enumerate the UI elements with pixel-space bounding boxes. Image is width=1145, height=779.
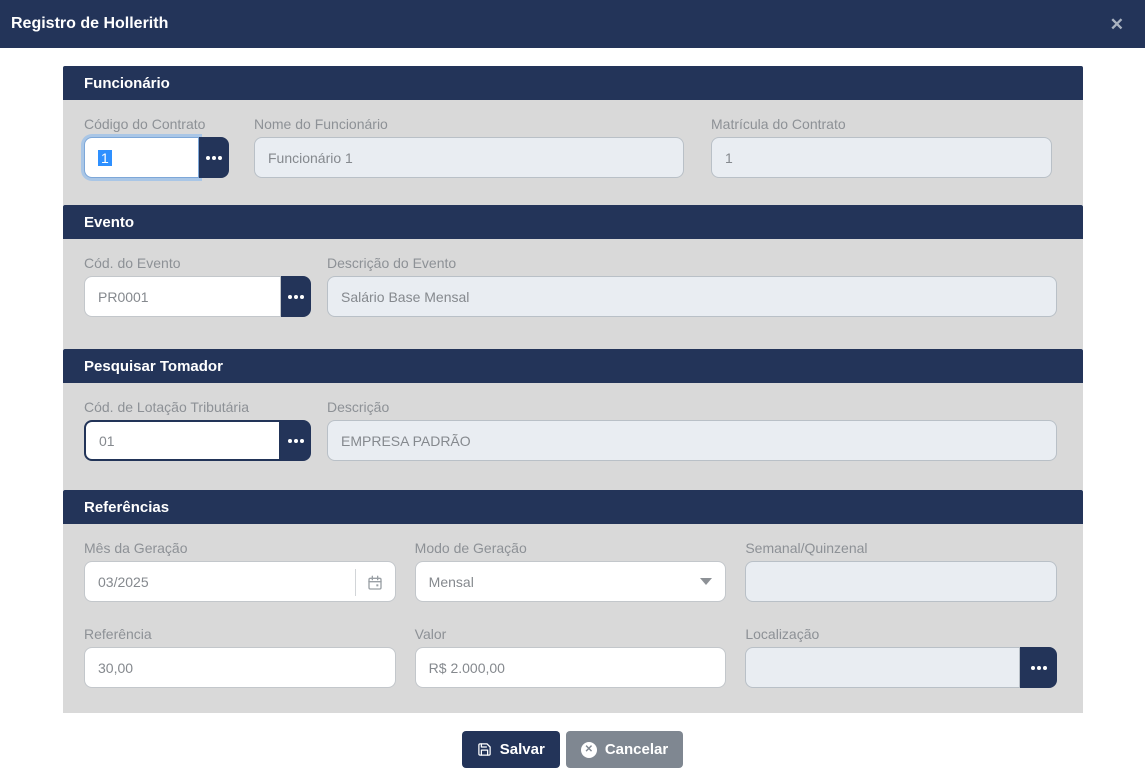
- save-button-label: Salvar: [499, 741, 545, 758]
- ellipsis-icon: [288, 438, 292, 443]
- section-header-referencias: Referências: [63, 490, 1083, 524]
- section-title-referencias: Referências: [84, 498, 170, 516]
- calendar-picker-button[interactable]: [354, 569, 395, 596]
- ellipsis-icon: [288, 294, 292, 299]
- section-header-pesquisar-tomador: Pesquisar Tomador: [63, 349, 1083, 383]
- nome-funcionario-input: [254, 137, 684, 178]
- field-cod-lotacao: Cód. de Lotação Tributária: [84, 398, 311, 461]
- referencia-input[interactable]: [84, 647, 396, 688]
- codigo-contrato-lookup-button[interactable]: [199, 137, 229, 178]
- descricao-tomador-label: Descrição: [327, 399, 390, 415]
- section-body-pesquisar-tomador: Cód. de Lotação Tributária Descrição: [63, 383, 1083, 490]
- modal-title: Registro de Hollerith: [11, 15, 169, 32]
- descricao-evento-label: Descrição do Evento: [327, 255, 457, 271]
- codigo-contrato-input[interactable]: 1: [84, 137, 199, 178]
- cancel-button-label: Cancelar: [604, 741, 669, 758]
- modal-header: Registro de Hollerith ✕: [0, 0, 1145, 48]
- field-mes-geracao: Mês da Geração: [84, 539, 396, 602]
- field-cod-evento: Cód. do Evento: [84, 254, 311, 317]
- field-codigo-contrato: Código do Contrato 1: [84, 115, 229, 178]
- matricula-contrato-input: [711, 137, 1052, 178]
- field-descricao-tomador: Descrição: [327, 398, 1057, 461]
- cod-evento-input[interactable]: [84, 276, 281, 317]
- modo-geracao-label: Modo de Geração: [414, 540, 527, 556]
- semanal-quinzenal-label: Semanal/Quinzenal: [745, 540, 868, 556]
- form-panel: Funcionário Código do Contrato 1 Nome do…: [63, 66, 1083, 713]
- section-title-pesquisar-tomador: Pesquisar Tomador: [84, 357, 223, 375]
- mes-geracao-label: Mês da Geração: [84, 540, 188, 556]
- ellipsis-icon: [1030, 665, 1035, 670]
- footer-actions: Salvar ✕ Cancelar: [0, 731, 1145, 768]
- section-body-evento: Cód. do Evento Descrição do Evento: [63, 239, 1083, 349]
- cod-lotacao-label: Cód. de Lotação Tributária: [84, 399, 249, 415]
- field-localizacao: Localização: [745, 625, 1058, 688]
- field-referencia: Referência: [84, 625, 396, 688]
- section-title-funcionario: Funcionário: [84, 74, 170, 92]
- field-matricula-contrato: Matrícula do Contrato: [711, 115, 1052, 178]
- cod-lotacao-input[interactable]: [84, 420, 281, 461]
- section-body-funcionario: Código do Contrato 1 Nome do Funcionário…: [63, 100, 1083, 205]
- save-button[interactable]: Salvar: [461, 731, 560, 768]
- modo-geracao-selected-value: Mensal: [428, 573, 474, 590]
- codigo-contrato-label: Código do Contrato: [84, 116, 206, 132]
- mes-geracao-input[interactable]: [84, 561, 396, 602]
- referencia-label: Referência: [84, 626, 152, 642]
- section-body-referencias: Mês da Geração Modo de Ger: [63, 524, 1083, 713]
- descricao-evento-input: [327, 276, 1057, 317]
- field-descricao-evento: Descrição do Evento: [327, 254, 1057, 317]
- section-header-funcionario: Funcionário: [63, 66, 1083, 100]
- cod-evento-lookup-button[interactable]: [281, 276, 311, 317]
- field-valor: Valor: [414, 625, 727, 688]
- matricula-contrato-label: Matrícula do Contrato: [711, 116, 846, 132]
- section-title-evento: Evento: [84, 213, 135, 231]
- calendar-icon: [368, 575, 382, 590]
- valor-input[interactable]: [414, 647, 727, 688]
- modo-geracao-select[interactable]: Mensal: [414, 561, 727, 602]
- cancel-button[interactable]: ✕ Cancelar: [565, 731, 684, 768]
- cancel-circle-x-icon: ✕: [580, 741, 597, 758]
- nome-funcionario-label: Nome do Funcionário: [254, 116, 388, 132]
- descricao-tomador-input: [327, 420, 1057, 461]
- cod-lotacao-lookup-button[interactable]: [281, 420, 311, 461]
- close-icon[interactable]: ✕: [1106, 14, 1128, 35]
- field-semanal-quinzenal: Semanal/Quinzenal: [745, 539, 1058, 602]
- valor-label: Valor: [414, 626, 447, 642]
- cod-evento-label: Cód. do Evento: [84, 255, 181, 271]
- dropdown-arrow-icon: [700, 578, 713, 585]
- field-modo-geracao: Modo de Geração Mensal: [414, 539, 727, 602]
- codigo-contrato-selected-text: 1: [98, 149, 112, 166]
- localizacao-label: Localização: [745, 626, 820, 642]
- save-icon: [478, 743, 491, 756]
- ellipsis-icon: [206, 155, 210, 160]
- semanal-quinzenal-input: [745, 561, 1058, 602]
- field-nome-funcionario: Nome do Funcionário: [254, 115, 684, 178]
- localizacao-lookup-button[interactable]: [1020, 647, 1058, 688]
- section-header-evento: Evento: [63, 205, 1083, 239]
- localizacao-input: [745, 647, 1021, 688]
